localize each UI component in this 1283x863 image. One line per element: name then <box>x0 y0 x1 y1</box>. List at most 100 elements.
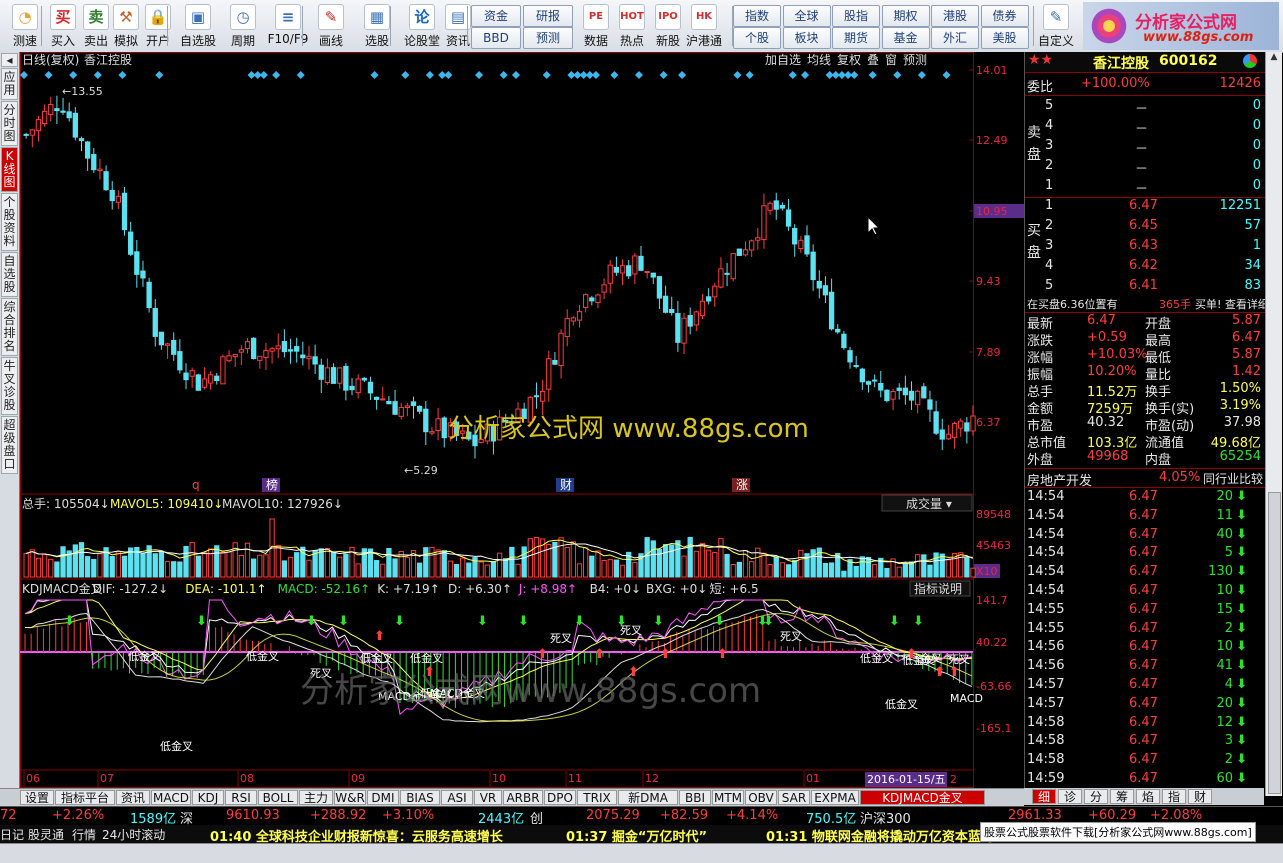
down-arrow-icon: ⬇ <box>1236 733 1247 749</box>
scroll-up-icon[interactable]: ▲ <box>1266 52 1282 68</box>
event-marker-3[interactable]: 涨 <box>736 477 748 492</box>
panel-tab-2[interactable]: 分 <box>1084 789 1108 804</box>
indicator-tab-20[interactable]: SAR <box>778 790 810 805</box>
sector-compare-button[interactable]: 同行业比较 <box>1203 470 1263 487</box>
indicator-tab-21[interactable]: EXPMA <box>811 790 859 805</box>
indicator-tab-18[interactable]: MTM <box>712 790 744 805</box>
color-wheel-icon[interactable] <box>1243 54 1257 68</box>
indicator-tab-5[interactable]: RSI <box>225 790 257 805</box>
kline-chart-area[interactable]: 日线(复权) 香江控股 加自选 均线 复权叠窗预测 14.01 12.49 10.95 9.43… <box>20 52 1024 788</box>
forum-button[interactable]: 论论股堂 <box>398 2 446 50</box>
event-marker-1[interactable]: 榜 <box>266 477 278 492</box>
chart-option-0[interactable]: 加自选 <box>765 53 801 67</box>
indicator-tab-3[interactable]: MACD <box>151 790 191 805</box>
indicator-tab-8[interactable]: W&R <box>334 790 366 805</box>
left-tab-arrow[interactable]: ◂ <box>1 53 18 67</box>
indicator-tab-6[interactable]: BOLL <box>258 790 298 805</box>
clock-button[interactable]: ◔ 测速 <box>6 2 44 50</box>
chart-option-5[interactable]: 预测 <box>903 53 927 67</box>
quick-tool-button[interactable]: IPO 新股 <box>650 2 686 50</box>
quick-button[interactable]: 预测 <box>523 27 573 49</box>
chart-option-2[interactable]: 复权 <box>837 53 861 67</box>
market-button[interactable]: 外汇 <box>931 27 979 49</box>
indicator-tab-14[interactable]: DPO <box>544 790 576 805</box>
customize-button[interactable]: ✎ 自定义 <box>1036 2 1076 50</box>
news-button[interactable]: ▤ 资讯 <box>441 2 475 50</box>
chart-option-1[interactable]: 均线 <box>807 53 831 67</box>
indicator-tab-4[interactable]: KDJ <box>192 790 224 805</box>
indicator-tab-7[interactable]: 主力 <box>299 790 333 805</box>
market-button[interactable]: 个股 <box>733 27 781 49</box>
quick-tool-button[interactable]: PE 数据 <box>578 2 614 50</box>
candle-body <box>847 350 853 363</box>
quick-button[interactable]: 研报 <box>523 5 573 27</box>
left-tab-5[interactable]: 综合排名 <box>1 298 18 356</box>
indicator-tab-17[interactable]: BBI <box>679 790 711 805</box>
left-tab-6[interactable]: 牛叉诊股 <box>1 357 18 415</box>
market-button[interactable]: 股指 <box>832 5 880 27</box>
chart-option-3[interactable]: 叠 <box>867 53 879 67</box>
period-button[interactable]: ◷ 周期 <box>222 2 264 50</box>
indicator-tab-16[interactable]: 新DMA <box>618 790 678 805</box>
indicator-tab-10[interactable]: BIAS <box>400 790 440 805</box>
hammer-button[interactable]: ⚒ 模拟 <box>108 2 144 50</box>
news-tab-0[interactable]: 日记 <box>0 826 24 843</box>
f10-button[interactable]: ≡ F10/F9 <box>262 2 314 50</box>
sell-row: 2 － 0 <box>1025 158 1265 177</box>
lock-button[interactable]: 🔒 开户 <box>140 2 176 50</box>
candle-body <box>958 420 964 429</box>
news-tab-3[interactable]: 24小时滚动 <box>102 826 165 843</box>
add-stock-button[interactable]: ▣ 自选股 <box>174 2 222 50</box>
market-button[interactable]: 港股 <box>931 5 979 27</box>
left-tab-1[interactable]: 分时图 <box>1 101 18 146</box>
download-banner[interactable]: 股票公式股票软件下载[分析家公式网www.88gs.com] <box>980 822 1256 842</box>
market-button[interactable]: 美股 <box>980 27 1029 49</box>
indicator-tab-11[interactable]: ASI <box>441 790 473 805</box>
quick-button[interactable]: 资金 <box>471 5 521 27</box>
news-tab-2[interactable]: 行情 <box>72 826 96 843</box>
left-tab-2[interactable]: K线图 <box>1 147 18 192</box>
left-tab-0[interactable]: 应用 <box>1 68 18 100</box>
indicator-tab-13[interactable]: ARBR <box>503 790 543 805</box>
market-button[interactable]: 指数 <box>733 5 781 27</box>
panel-tab-1[interactable]: 诊 <box>1058 789 1082 804</box>
indicator-tab-2[interactable]: 资讯 <box>116 790 150 805</box>
select-stock-button[interactable]: ▦ 选股 <box>356 2 398 50</box>
buy-button[interactable]: 买买入 <box>45 2 81 50</box>
market-button[interactable]: 债券 <box>980 5 1029 27</box>
tick-price: 6.47 <box>1129 583 1158 598</box>
volume-bar <box>35 557 42 578</box>
quick-tool-button[interactable]: HOT 热点 <box>614 2 650 50</box>
chart-option-4[interactable]: 窗 <box>885 53 897 67</box>
indicator-tab-15[interactable]: TRIX <box>577 790 617 805</box>
quick-tool-button[interactable]: HK 沪港通 <box>686 2 722 50</box>
chart-canvas[interactable]: 日线(复权) 香江控股 加自选 均线 复权叠窗预测 14.01 12.49 10.95 9.43… <box>20 52 1024 788</box>
vertical-scrollbar[interactable]: ▲ <box>1265 52 1282 796</box>
market-button[interactable]: 基金 <box>881 27 930 49</box>
indicator-tab-12[interactable]: VR <box>474 790 502 805</box>
pen-button[interactable]: ✎ 画线 <box>310 2 352 50</box>
event-marker-0[interactable]: q <box>192 478 200 492</box>
market-button[interactable]: 板块 <box>782 27 831 49</box>
panel-tab-6[interactable]: 财 <box>1188 789 1212 804</box>
indicator-tab-9[interactable]: DMI <box>367 790 399 805</box>
left-tab-7[interactable]: 超级盘口 <box>1 416 18 474</box>
left-tab-4[interactable]: 自选股 <box>1 252 18 297</box>
market-button[interactable]: 全球 <box>782 5 831 27</box>
indicator-tab-0[interactable]: 设置 <box>20 790 54 805</box>
scroll-thumb[interactable] <box>1268 492 1281 794</box>
news-tab-1[interactable]: 股灵通 <box>28 826 64 843</box>
panel-tab-3[interactable]: 筹 <box>1110 789 1134 804</box>
quick-button[interactable]: BBD <box>471 27 521 49</box>
panel-tab-5[interactable]: 指 <box>1162 789 1186 804</box>
market-button[interactable]: 期权 <box>881 5 930 27</box>
event-marker-2[interactable]: 财 <box>560 478 572 492</box>
panel-tab-4[interactable]: 焰 <box>1136 789 1160 804</box>
panel-tab-0[interactable]: 细 <box>1032 789 1056 804</box>
favorite-star-icon[interactable]: ★★ <box>1028 52 1053 68</box>
indicator-tab-1[interactable]: 指标平台 <box>55 790 115 805</box>
indicator-tab-19[interactable]: OBV <box>745 790 777 805</box>
indicator-tab-22[interactable]: KDJMACD金叉 <box>860 790 985 805</box>
left-tab-3[interactable]: 个股资料 <box>1 193 18 251</box>
market-button[interactable]: 期货 <box>832 27 880 49</box>
